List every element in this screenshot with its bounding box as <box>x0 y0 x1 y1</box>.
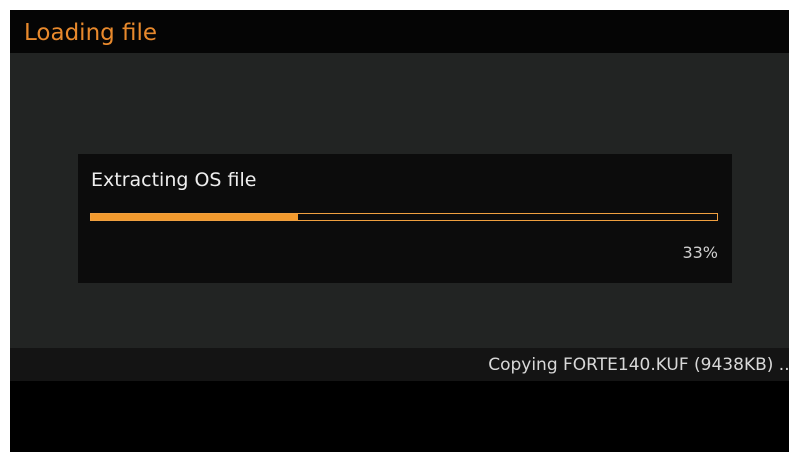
status-text: Copying FORTE140.KUF (9438KB) ... <box>488 355 789 375</box>
bottom-area <box>10 381 789 452</box>
progress-percent: 33% <box>682 243 718 262</box>
window-title: Loading file <box>24 20 158 46</box>
progress-bar <box>90 213 718 221</box>
status-bar: Copying FORTE140.KUF (9438KB) ... <box>10 348 789 381</box>
dialog-label: Extracting OS file <box>91 169 257 191</box>
progress-bar-fill <box>91 214 298 220</box>
progress-dialog: Extracting OS file 33% <box>78 154 732 283</box>
title-bar: Loading file <box>10 10 789 53</box>
tv-screen: Loading file Extracting OS file 33% Copy… <box>10 10 789 452</box>
